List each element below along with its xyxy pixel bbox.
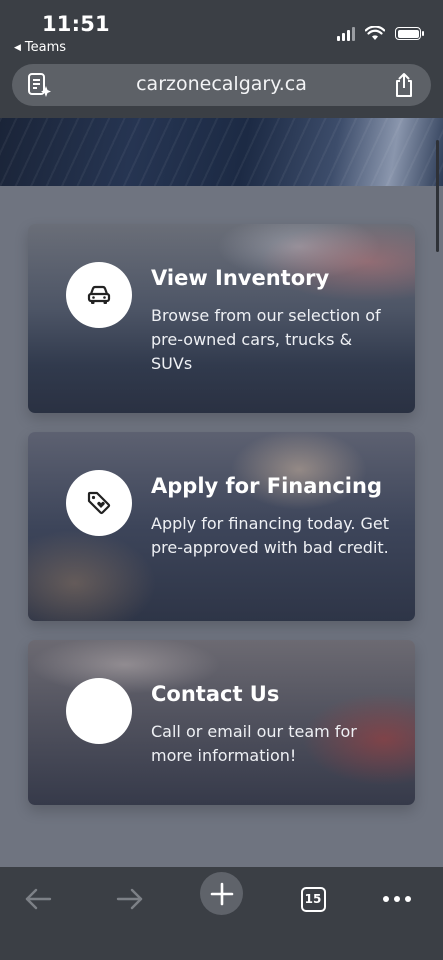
cellular-signal-icon — [337, 26, 355, 41]
contact-icon — [66, 678, 132, 744]
more-dots-icon — [383, 896, 411, 902]
arrow-left-icon — [25, 888, 52, 910]
url-text[interactable]: carzonecalgary.ca — [12, 73, 431, 95]
card-description: Call or email our team for more informat… — [151, 722, 357, 765]
card-title: Contact Us — [151, 682, 280, 706]
more-menu-button[interactable] — [380, 877, 414, 921]
plus-icon — [210, 882, 233, 905]
card-description: Apply for financing today. Get pre-appro… — [151, 514, 390, 557]
price-tag-icon — [66, 470, 132, 536]
status-icons — [337, 26, 424, 41]
arrow-right-icon — [116, 888, 143, 910]
address-bar[interactable]: carzonecalgary.ca — [12, 64, 431, 106]
status-time: 11:51 — [42, 12, 110, 36]
apply-financing-card[interactable]: Apply for Financing Apply for financing … — [28, 432, 415, 621]
card-description: Browse from our selection of pre-owned c… — [151, 306, 381, 373]
page-scrollbar[interactable] — [436, 140, 439, 252]
card-title: View Inventory — [151, 266, 330, 290]
back-button[interactable] — [18, 877, 58, 921]
hero-banner-image — [0, 118, 443, 186]
browser-bottom-toolbar: 15 — [0, 867, 443, 960]
back-triangle-icon: ◀ — [14, 42, 21, 53]
share-icon[interactable] — [393, 72, 415, 98]
browser-top-chrome: 11:51 ◀ Teams carzonecalgary.ca — [0, 0, 443, 118]
forward-button[interactable] — [110, 877, 150, 921]
car-icon — [66, 262, 132, 328]
card-title: Apply for Financing — [151, 474, 382, 498]
tab-count: 15 — [300, 886, 326, 912]
new-tab-button[interactable] — [200, 872, 243, 915]
back-to-app-link[interactable]: ◀ Teams — [14, 40, 66, 55]
view-inventory-card[interactable]: View Inventory Browse from our selection… — [28, 224, 415, 413]
contact-us-card[interactable]: Contact Us Call or email our team for mo… — [28, 640, 415, 805]
wifi-icon — [365, 26, 385, 40]
battery-icon — [395, 27, 424, 40]
tabs-button[interactable]: 15 — [298, 877, 328, 921]
back-app-label: Teams — [24, 40, 67, 55]
